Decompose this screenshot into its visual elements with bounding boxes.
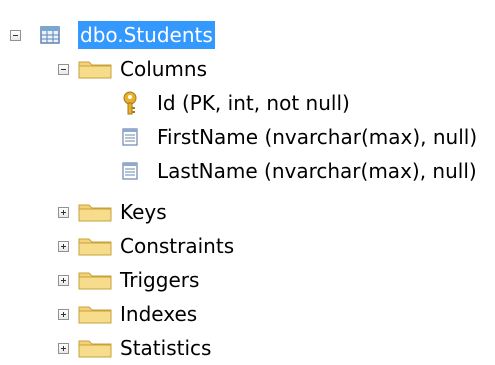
tree-node-label[interactable]: FirstName (nvarchar(max), null) — [155, 123, 479, 151]
tree-node-indexes[interactable]: Indexes — [0, 297, 260, 331]
expand-toggle-icon[interactable] — [58, 241, 69, 252]
collapse-toggle-icon[interactable] — [10, 30, 21, 41]
tree-node-label[interactable]: Statistics — [118, 334, 213, 362]
tree-node-label[interactable]: Triggers — [118, 266, 201, 294]
folder-icon — [78, 61, 112, 79]
expand-toggle-icon[interactable] — [58, 309, 69, 320]
column-icon — [122, 128, 138, 146]
tree-node-keys[interactable]: Keys — [0, 195, 260, 229]
tree-node-label[interactable]: Indexes — [118, 300, 199, 328]
tree-node-statistics[interactable]: Statistics — [0, 331, 260, 365]
tree-node-label[interactable]: dbo.Students — [78, 21, 215, 49]
collapse-toggle-icon[interactable] — [58, 64, 69, 75]
folder-icon — [78, 238, 112, 256]
key-icon — [123, 91, 137, 115]
expand-toggle-icon[interactable] — [58, 275, 69, 286]
tree-node-column-firstname[interactable]: FirstName (nvarchar(max), null) — [0, 120, 495, 154]
object-explorer-tree: dbo.Students Columns Id (PK, int, not nu… — [0, 0, 495, 365]
expand-toggle-icon[interactable] — [58, 207, 69, 218]
folder-icon — [78, 272, 112, 290]
folder-icon — [78, 306, 112, 324]
expand-toggle-icon[interactable] — [58, 343, 69, 354]
tree-node-columns[interactable]: Columns — [0, 52, 260, 86]
folder-icon — [78, 204, 112, 222]
tree-node-label[interactable]: Id (PK, int, not null) — [155, 89, 352, 117]
tree-node-dbo-students[interactable]: dbo.Students — [0, 18, 260, 52]
table-icon — [40, 26, 60, 44]
tree-node-constraints[interactable]: Constraints — [0, 229, 260, 263]
tree-node-label[interactable]: Keys — [118, 198, 169, 226]
tree-node-label[interactable]: Constraints — [118, 232, 236, 260]
tree-node-label[interactable]: Columns — [118, 55, 209, 83]
tree-node-column-id[interactable]: Id (PK, int, not null) — [0, 86, 495, 120]
column-icon — [122, 162, 138, 180]
tree-node-column-lastname[interactable]: LastName (nvarchar(max), null) — [0, 154, 495, 188]
tree-node-triggers[interactable]: Triggers — [0, 263, 260, 297]
tree-node-label[interactable]: LastName (nvarchar(max), null) — [155, 157, 479, 185]
folder-icon — [78, 340, 112, 358]
